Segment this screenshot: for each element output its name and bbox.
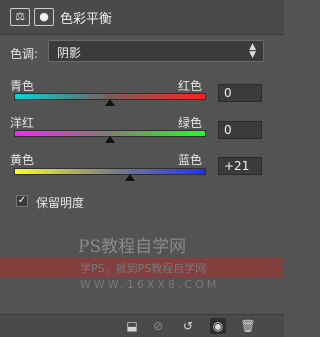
reset-icon[interactable]: ↺ bbox=[180, 318, 196, 334]
watermark-title: PS教程自学网 bbox=[78, 237, 187, 257]
clip-to-layer-icon[interactable]: ⬓ bbox=[124, 318, 140, 334]
color-balance-panel: ⚖ ● 色彩平衡 色调: 阴影 ▲ ▼ 青色 红色 0 洋红 绿色 0 黄色 蓝色… bbox=[0, 0, 284, 337]
tone-label: 色调: bbox=[10, 47, 39, 61]
magenta-green-value-input[interactable]: 0 bbox=[218, 121, 262, 139]
yellow-label: 黄色 bbox=[10, 153, 35, 167]
panel-title: 色彩平衡 bbox=[60, 12, 113, 27]
watermark-url: WWW.16XX8.COM bbox=[80, 278, 220, 291]
mask-icon[interactable]: ● bbox=[34, 8, 54, 26]
tone-select[interactable]: 阴影 ▲ ▼ bbox=[48, 40, 264, 62]
cyan-red-slider-thumb[interactable] bbox=[105, 99, 115, 106]
view-previous-icon[interactable]: ⊘ bbox=[150, 318, 166, 334]
visibility-eye-icon[interactable]: ◉ bbox=[210, 318, 226, 334]
panel-header: ⚖ ● 色彩平衡 bbox=[0, 0, 284, 35]
cyan-red-value-input[interactable]: 0 bbox=[218, 84, 262, 102]
preserve-luminosity-checkbox[interactable]: ✓ bbox=[16, 195, 28, 207]
yellow-blue-slider-thumb[interactable] bbox=[125, 174, 136, 181]
watermark-subtitle: 学PS，就到PS教程自学网 bbox=[80, 262, 207, 275]
red-label: 红色 bbox=[178, 79, 203, 93]
delete-trash-icon[interactable]: 🗑 bbox=[240, 318, 256, 334]
magenta-label: 洋红 bbox=[10, 116, 35, 130]
green-label: 绿色 bbox=[178, 116, 203, 130]
select-arrows-icon: ▲ ▼ bbox=[249, 42, 256, 60]
blue-label: 蓝色 bbox=[178, 153, 203, 167]
magenta-green-slider-thumb[interactable] bbox=[105, 136, 115, 143]
cyan-label: 青色 bbox=[10, 79, 35, 93]
panel-footer: ⬓ ⊘ ↺ ◉ 🗑 bbox=[0, 314, 284, 337]
balance-icon[interactable]: ⚖ bbox=[10, 8, 30, 26]
tone-select-value: 阴影 bbox=[57, 46, 82, 60]
yellow-blue-value-input[interactable]: +21 bbox=[218, 157, 262, 175]
preserve-luminosity-label: 保留明度 bbox=[36, 196, 85, 210]
yellow-blue-slider-track[interactable] bbox=[14, 168, 206, 175]
